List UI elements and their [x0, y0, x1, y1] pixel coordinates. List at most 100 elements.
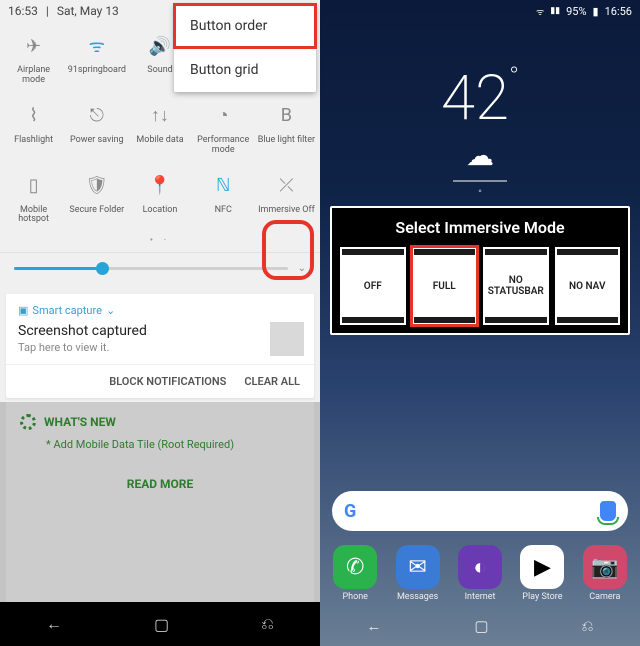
immersive-option-no-statusbar[interactable]: NO STATUSBAR	[483, 247, 549, 325]
back-icon[interactable]: ←	[366, 617, 381, 635]
weather-widget[interactable]: 42° ☁	[320, 22, 640, 192]
status-bar: ᯤ ▮▮ 95% ▮ 16:56	[320, 0, 640, 22]
widget-underline	[453, 180, 507, 182]
qs-tile-perf[interactable]: ◔ Performance mode	[192, 96, 255, 166]
notif-title: Screenshot captured	[18, 323, 302, 339]
qs-label: Immersive Off	[258, 206, 315, 216]
app-label: Camera	[589, 592, 620, 602]
qs-tile-airplane[interactable]: ✈ Airplane mode	[2, 26, 65, 96]
camera-icon: 📷	[583, 545, 627, 589]
menu-button-grid[interactable]: Button grid	[174, 48, 316, 92]
power-icon: ⎋	[85, 104, 109, 128]
internet-icon: ◐	[458, 545, 502, 589]
status-time: 16:56	[605, 5, 632, 18]
battery-percent: 95%	[566, 5, 586, 18]
nav-bar: ← ▢ ⎌	[0, 602, 320, 646]
dimmed-background: WHAT'S NEW * Add Mobile Data Tile (Root …	[0, 402, 320, 646]
app-label: Messages	[397, 592, 438, 602]
qs-tile-flashlight[interactable]: ⌇ Flashlight	[2, 96, 65, 166]
messages-icon: ✉	[396, 545, 440, 589]
mic-icon[interactable]	[600, 501, 616, 521]
immersive-dialog: Select Immersive Mode OFFFULLNO STATUSBA…	[330, 206, 630, 335]
immersive-option-full[interactable]: FULL	[412, 247, 478, 325]
notif-app: Smart capture	[32, 304, 102, 317]
page-indicator[interactable]: • ·	[0, 235, 320, 252]
app-label: Play Store	[522, 592, 562, 602]
data-icon: ↑↓	[148, 104, 172, 128]
overflow-menu: Button order Button grid	[174, 4, 316, 92]
block-notifications-button[interactable]: BLOCK NOTIFICATIONS	[109, 375, 226, 388]
app-phone[interactable]: ✆ Phone	[326, 545, 384, 602]
chevron-down-icon[interactable]: ⌄	[106, 304, 115, 317]
menu-button-order[interactable]: Button order	[174, 4, 316, 48]
google-logo-icon: G	[344, 501, 356, 522]
qs-label: Flashlight	[14, 136, 53, 146]
qs-label: Mobile data	[136, 136, 183, 146]
qs-tile-immersive[interactable]: ⤫ Immersive Off	[255, 166, 318, 236]
qs-tile-power[interactable]: ⎋ Power saving	[65, 96, 128, 166]
playstore-icon: ▶	[520, 545, 564, 589]
dialog-title: Select Immersive Mode	[336, 212, 624, 243]
status-time: 16:53	[8, 4, 38, 18]
battery-icon: ▮	[593, 5, 599, 18]
status-date: Sat, May 13	[57, 4, 119, 18]
qs-tile-bluefilter[interactable]: B Blue light filter	[255, 96, 318, 166]
bluefilter-icon: B	[274, 104, 298, 128]
location-icon: 📍	[148, 174, 172, 198]
qs-label: Location	[143, 206, 178, 216]
qs-label: Airplane mode	[5, 66, 63, 86]
qs-label: Secure Folder	[69, 206, 124, 216]
secure-icon: 🛡	[85, 174, 109, 198]
google-search-bar[interactable]: G	[332, 491, 628, 531]
airplane-icon: ✈	[22, 34, 46, 58]
home-icon[interactable]: ▢	[154, 615, 169, 634]
whats-new-card: WHAT'S NEW * Add Mobile Data Tile (Root …	[6, 402, 314, 606]
flashlight-icon: ⌇	[22, 104, 46, 128]
notification-card[interactable]: ▣ Smart capture ⌄ Screenshot captured Ta…	[6, 294, 314, 398]
screenshot-thumb[interactable]	[270, 322, 304, 356]
temperature: 42	[441, 62, 509, 135]
qs-label: Mobile hotspot	[5, 206, 63, 226]
sound-icon: 🔊	[148, 34, 172, 58]
app-label: Internet	[465, 592, 496, 602]
degree-unit: °	[509, 62, 519, 92]
qs-label: Performance mode	[194, 136, 252, 156]
recents-icon[interactable]: ⎌	[261, 614, 274, 634]
qs-tile-location[interactable]: 📍 Location	[128, 166, 191, 236]
left-screenshot: 16:53 | Sat, May 13 Button order Button …	[0, 0, 320, 646]
app-label: Phone	[342, 592, 368, 602]
qs-tile-secure[interactable]: 🛡 Secure Folder	[65, 166, 128, 236]
app-camera[interactable]: 📷 Camera	[576, 545, 634, 602]
brightness-slider[interactable]: ⌄	[0, 252, 320, 288]
signal-icon: ▮▮	[550, 6, 560, 16]
nfc-icon: ℕ	[211, 174, 235, 198]
chevron-down-icon[interactable]: ⌄	[298, 263, 306, 274]
qs-tile-nfc[interactable]: ℕ NFC	[192, 166, 255, 236]
qs-label: Sound	[147, 66, 172, 76]
notif-subtitle: Tap here to view it.	[18, 341, 302, 354]
qs-label: 91springboard	[68, 66, 126, 76]
app-playstore[interactable]: ▶ Play Store	[513, 545, 571, 602]
wifi-icon: ᯤ	[536, 5, 544, 18]
qs-tile-wifi[interactable]: ᯤ 91springboard	[65, 26, 128, 96]
immersive-icon: ⤫	[274, 174, 298, 198]
app-dock: ✆ Phone✉ Messages◐ Internet▶ Play Store📷…	[320, 539, 640, 606]
hotspot-icon: ▯	[22, 174, 46, 198]
qs-tile-data[interactable]: ↑↓ Mobile data	[128, 96, 191, 166]
recents-icon[interactable]: ⎌	[581, 617, 593, 635]
weather-icon: ☁	[320, 139, 640, 172]
back-icon[interactable]: ←	[46, 614, 62, 634]
app-messages[interactable]: ✉ Messages	[388, 545, 446, 602]
immersive-option-off[interactable]: OFF	[340, 247, 406, 325]
qs-tile-hotspot[interactable]: ▯ Mobile hotspot	[2, 166, 65, 236]
home-icon[interactable]: ▢	[474, 617, 488, 635]
perf-icon: ◔	[211, 104, 235, 128]
immersive-option-no-nav[interactable]: NO NAV	[555, 247, 621, 325]
app-internet[interactable]: ◐ Internet	[451, 545, 509, 602]
nav-bar: ← ▢ ⎌	[320, 606, 640, 646]
clear-all-button[interactable]: CLEAR ALL	[244, 375, 300, 388]
qs-label: Blue light filter	[258, 136, 315, 146]
qs-label: Power saving	[70, 136, 124, 146]
qs-label: NFC	[215, 206, 232, 216]
wifi-icon: ᯤ	[85, 34, 109, 58]
